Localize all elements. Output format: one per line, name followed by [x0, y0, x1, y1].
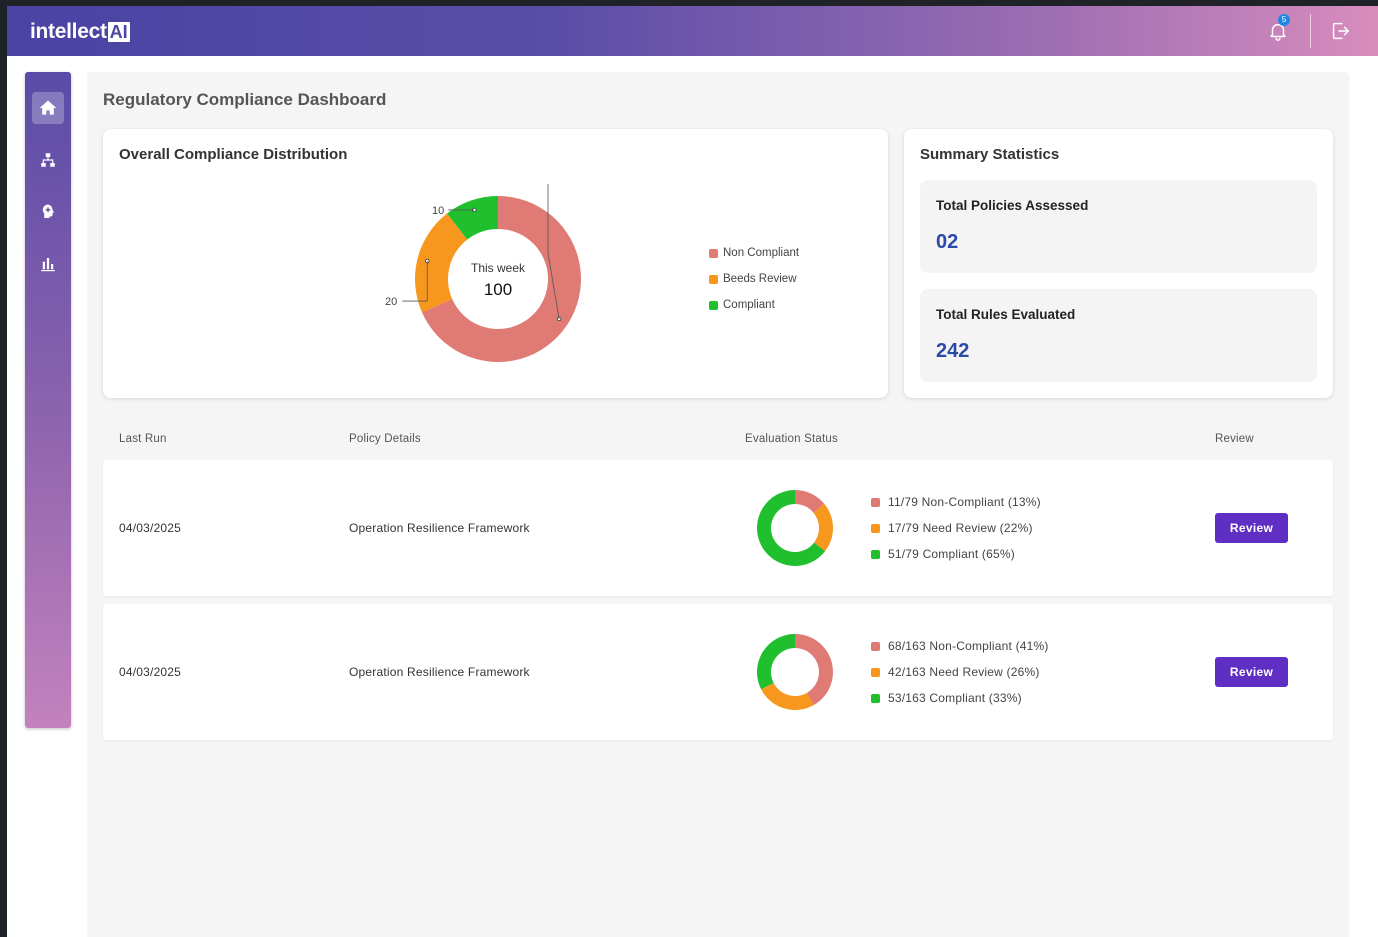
sidebar-item-intelligence[interactable]: [32, 196, 64, 228]
sidebar: [25, 72, 71, 728]
center-label: This week: [471, 261, 526, 275]
sitemap-icon: [41, 153, 55, 167]
status-text: 51/79 Compliant (65%): [888, 547, 1015, 561]
header-last-run: Last Run: [119, 433, 167, 445]
policy-name: Operation Resilience Framework: [349, 521, 530, 535]
status-compliant: 51/79 Compliant (65%): [871, 541, 1041, 567]
header-divider: [1310, 14, 1311, 48]
policies-stat-box: Total Policies Assessed 02: [920, 180, 1317, 273]
status-text: 17/79 Need Review (22%): [888, 521, 1033, 535]
status-text: 11/79 Non-Compliant (13%): [888, 495, 1041, 509]
logo-box: AI: [107, 22, 130, 42]
legend-swatch: [709, 274, 718, 284]
status-swatch: [871, 693, 880, 703]
compliance-donut-chart: 65 20 10 This week 100: [385, 179, 581, 362]
main-content: Regulatory Compliance Dashboard Overall …: [87, 72, 1349, 937]
legend-label: Compliant: [723, 299, 775, 311]
status-swatch: [871, 667, 880, 677]
status-need-review: 42/163 Need Review (26%): [871, 659, 1049, 685]
table-row: 04/03/2025 Operation Resilience Framewor…: [103, 604, 1333, 740]
sidebar-item-home[interactable]: [32, 92, 64, 124]
status-list: 68/163 Non-Compliant (41%) 42/163 Need R…: [871, 633, 1049, 711]
brain-icon: [42, 204, 54, 218]
table-row: 04/03/2025 Operation Resilience Framewor…: [103, 460, 1333, 596]
status-text: 42/163 Need Review (26%): [888, 665, 1040, 679]
review-button[interactable]: Review: [1215, 513, 1288, 543]
status-text: 53/163 Compliant (33%): [888, 691, 1022, 705]
rules-stat-box: Total Rules Evaluated 242: [920, 289, 1317, 382]
notification-badge: 5: [1278, 14, 1290, 26]
legend-item: Non Compliant: [709, 240, 799, 266]
top-header: intellect AI 5: [7, 6, 1378, 56]
segment-value-label: 65: [542, 179, 554, 182]
status-list: 11/79 Non-Compliant (13%) 17/79 Need Rev…: [871, 489, 1041, 567]
logo: intellect AI: [30, 20, 130, 44]
legend-swatch: [709, 248, 718, 258]
evaluation-donut-chart: [757, 634, 833, 710]
status-need-review: 17/79 Need Review (22%): [871, 515, 1041, 541]
status-swatch: [871, 549, 880, 559]
app-window: intellect AI 5 Regulatory Compliance Das…: [7, 6, 1378, 937]
summary-title: Summary Statistics: [920, 146, 1060, 163]
status-swatch: [871, 523, 880, 533]
legend-swatch: [709, 300, 718, 310]
rules-label: Total Rules Evaluated: [936, 307, 1076, 322]
policies-label: Total Policies Assessed: [936, 198, 1089, 213]
sidebar-item-hierarchy[interactable]: [32, 144, 64, 176]
logo-text: intellect: [30, 20, 107, 43]
sidebar-item-reports[interactable]: [32, 248, 64, 280]
status-compliant: 53/163 Compliant (33%): [871, 685, 1049, 711]
home-icon: [39, 100, 57, 115]
page-title: Regulatory Compliance Dashboard: [103, 90, 387, 109]
evaluation-donut-chart: [757, 490, 833, 566]
status-text: 68/163 Non-Compliant (41%): [888, 639, 1049, 653]
donut-segment: [761, 682, 814, 710]
logout-icon[interactable]: [1329, 20, 1351, 42]
summary-statistics-card: Summary Statistics Total Policies Assess…: [904, 129, 1333, 398]
legend-label: Beeds Review: [723, 273, 797, 285]
legend-item: Beeds Review: [709, 266, 799, 292]
center-value: 100: [484, 280, 512, 299]
donut-segment: [813, 503, 833, 552]
status-swatch: [871, 497, 880, 507]
status-non-compliant: 68/163 Non-Compliant (41%): [871, 633, 1049, 659]
bar-chart-icon: [41, 258, 55, 272]
legend-item: Compliant: [709, 292, 799, 318]
distribution-title: Overall Compliance Distribution: [119, 146, 348, 163]
status-non-compliant: 11/79 Non-Compliant (13%): [871, 489, 1041, 515]
header-review: Review: [1215, 433, 1254, 445]
segment-value-label: 20: [385, 296, 397, 308]
distribution-legend: Non Compliant Beeds Review Compliant: [709, 240, 799, 318]
segment-value-label: 10: [432, 205, 444, 217]
donut-segment: [795, 634, 833, 705]
review-button[interactable]: Review: [1215, 657, 1288, 687]
status-swatch: [871, 641, 880, 651]
policies-value: 02: [936, 231, 959, 253]
header-evaluation-status: Evaluation Status: [745, 433, 838, 445]
header-policy-details: Policy Details: [349, 433, 421, 445]
policy-name: Operation Resilience Framework: [349, 665, 530, 679]
donut-segment: [757, 634, 795, 690]
compliance-distribution-card: Overall Compliance Distribution 65 20 10 Th…: [103, 129, 888, 398]
legend-label: Non Compliant: [723, 247, 800, 259]
rules-value: 242: [936, 340, 970, 362]
last-run-date: 04/03/2025: [119, 665, 182, 679]
last-run-date: 04/03/2025: [119, 521, 182, 535]
